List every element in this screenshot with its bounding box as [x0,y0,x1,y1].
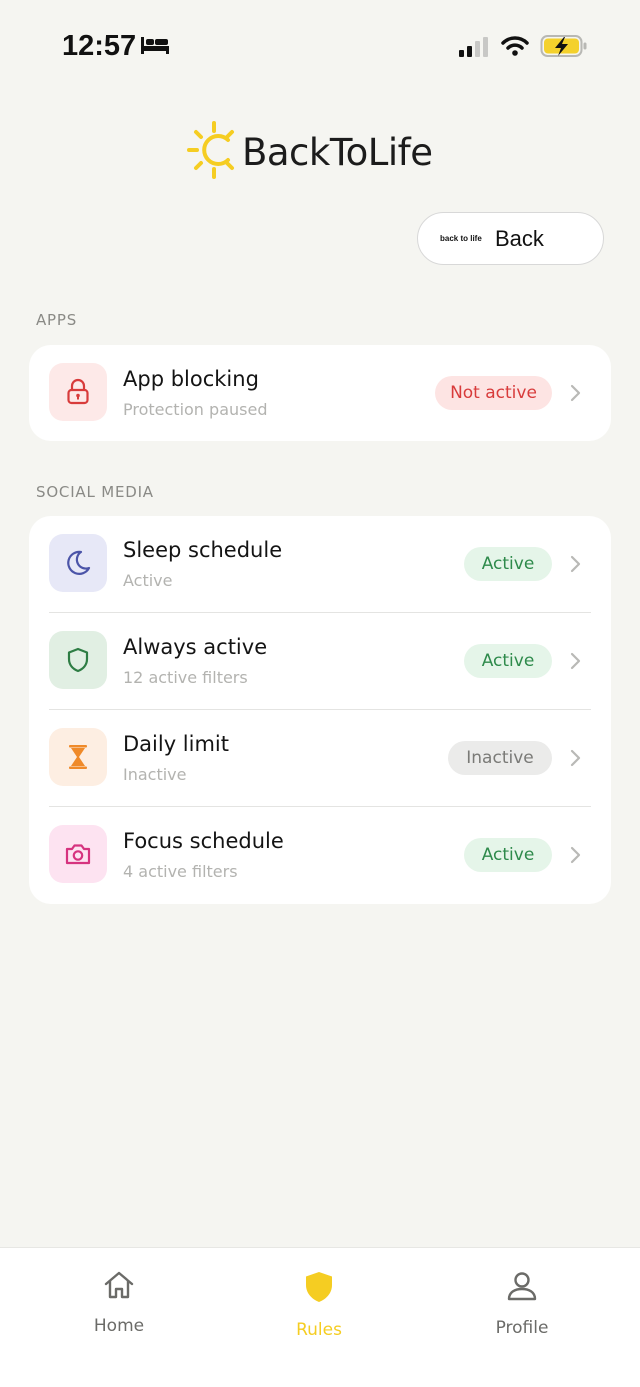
tab-label: Home [93,1316,145,1336]
section-title-social-media: SOCIAL MEDIA [36,483,154,501]
rule-title: App blocking [123,367,259,391]
chevron-right-icon [569,845,583,869]
chevron-right-icon [569,651,583,675]
status-bar: 12:57 [0,0,640,90]
wifi-icon [501,35,529,61]
rule-subtitle: 12 active filters [123,668,248,687]
chevron-right-icon [569,554,583,578]
tab-rules[interactable]: Rules [259,1270,379,1340]
cellular-signal-icon [458,36,490,62]
rule-title: Sleep schedule [123,538,283,562]
status-badge: Active [464,644,552,678]
rule-title: Always active [123,635,268,659]
lock-icon [49,363,107,421]
logo-text: BackToLife [242,130,433,174]
rule-row-focus-schedule[interactable]: Focus schedule 4 active filters Active [29,807,611,903]
back-button[interactable]: back to life Back [417,212,604,265]
section-title-apps: APPS [36,311,78,329]
bed-icon [140,34,170,60]
tab-bar: Home Rules Profile [0,1247,640,1387]
person-icon [462,1270,582,1306]
battery-charging-icon [540,34,588,62]
hourglass-icon [49,728,107,786]
chevron-right-icon [569,383,583,407]
status-time: 12:57 [62,30,137,62]
social-media-card: Sleep schedule Active Active Always acti… [29,516,611,904]
rule-row-always-active[interactable]: Always active 12 active filters Active [29,613,611,709]
status-badge: Active [464,547,552,581]
tab-profile[interactable]: Profile [462,1270,582,1338]
app-logo: BackToLife [186,120,433,184]
status-badge: Active [464,838,552,872]
back-button-logo: back to life [440,234,482,243]
moon-icon [49,534,107,592]
rule-subtitle: Protection paused [123,400,268,419]
sun-logo-icon [186,120,242,184]
tab-label: Rules [296,1320,342,1340]
rule-title: Daily limit [123,732,230,756]
tab-home[interactable]: Home [59,1270,179,1336]
rule-row-daily-limit[interactable]: Daily limit Inactive Inactive [29,710,611,806]
shield-icon [259,1270,379,1308]
rule-subtitle: Active [123,571,173,590]
chevron-right-icon [569,748,583,772]
rule-row-app-blocking[interactable]: App blocking Protection paused Not activ… [29,345,611,441]
camera-icon [49,825,107,883]
back-button-label: Back [495,225,544,251]
rule-subtitle: 4 active filters [123,862,238,881]
status-badge: Not active [435,376,552,410]
rule-subtitle: Inactive [123,765,187,784]
status-badge: Inactive [448,741,552,775]
shield-icon [49,631,107,689]
tab-label: Profile [495,1318,549,1338]
apps-card: App blocking Protection paused Not activ… [29,345,611,441]
rule-row-sleep-schedule[interactable]: Sleep schedule Active Active [29,516,611,612]
rule-title: Focus schedule [123,829,284,853]
home-icon [59,1270,179,1304]
